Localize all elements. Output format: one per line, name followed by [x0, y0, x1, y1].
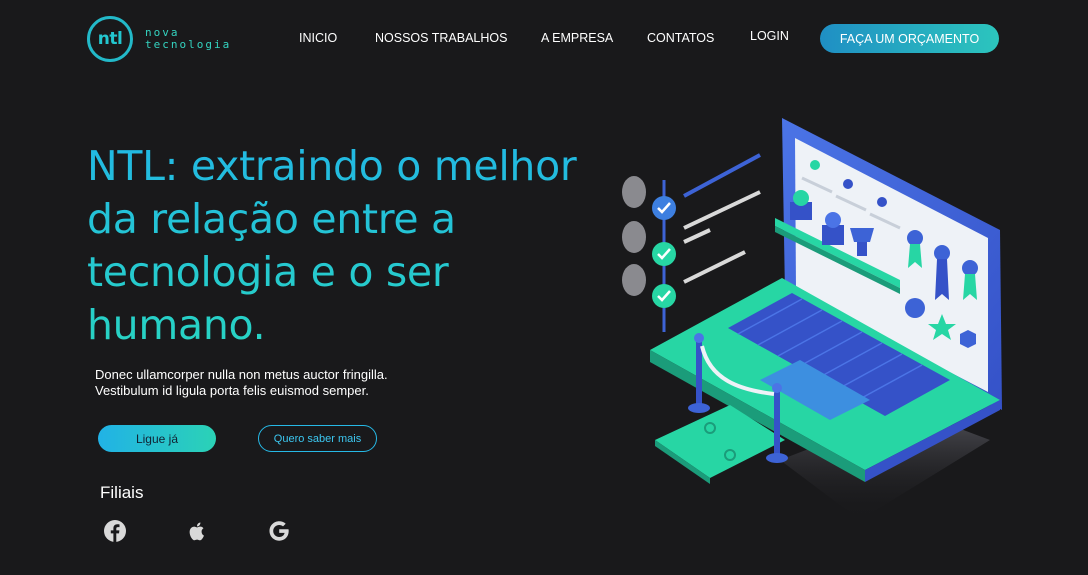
logo-word-tecnologia: tecnologia	[145, 38, 232, 51]
headline-line-2: da relação entre a	[87, 195, 456, 243]
nav-link-a-empresa[interactable]: A EMPRESA	[541, 31, 613, 45]
hero-subtext-line-1: Donec ullamcorper nulla non metus auctor…	[95, 367, 388, 382]
headline-line-4: humano.	[87, 301, 266, 349]
headline-line-1: NTL: extraindo o melhor	[87, 142, 577, 190]
nav-link-login[interactable]: LOGIN	[750, 29, 789, 43]
laptop-illustration	[622, 118, 1002, 520]
branches-title: Filiais	[100, 483, 144, 502]
quote-button[interactable]: FAÇA UM ORÇAMENTO	[820, 24, 999, 53]
facebook-icon[interactable]	[101, 517, 129, 545]
hero-subtext-line-2: Vestibulum id ligula porta felis euismod…	[95, 383, 369, 398]
brand-logo[interactable]: ntl nova tecnologia	[87, 16, 231, 62]
logo-wordmark: nova tecnologia	[145, 27, 231, 51]
nav-link-inicio[interactable]: INICIO	[299, 31, 337, 45]
apple-icon[interactable]	[183, 517, 211, 545]
call-now-button[interactable]: Ligue já	[98, 425, 216, 452]
nav-link-contatos[interactable]: CONTATOS	[647, 31, 714, 45]
headline-line-3: tecnologia e o ser	[87, 248, 449, 296]
hero-headline: NTL: extraindo o melhor da relação entre…	[87, 140, 627, 352]
nav-link-nossos-trabalhos[interactable]: NOSSOS TRABALHOS	[375, 31, 507, 45]
learn-more-button[interactable]: Quero saber mais	[258, 425, 377, 452]
google-icon[interactable]	[265, 517, 293, 545]
logo-mark: ntl	[87, 16, 133, 62]
